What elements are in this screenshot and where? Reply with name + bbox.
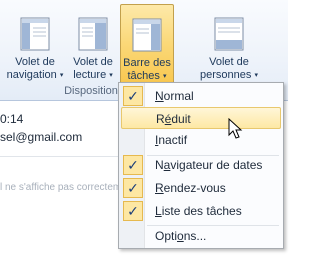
menu-item-normal[interactable]: ✓ Normal xyxy=(121,85,281,107)
mouse-cursor-icon xyxy=(228,118,243,139)
menu-item-date-navigator[interactable]: ✓ Navigateur de dates xyxy=(121,154,281,176)
display-notice: l ne s'affiche pas correctement xyxy=(0,182,136,193)
menu-item-minimized[interactable]: Réduit xyxy=(121,107,281,129)
people-pane-button[interactable]: Volet de personnes ▾ xyxy=(194,4,264,88)
to-do-bar-label-2: tâches xyxy=(127,70,160,82)
navigation-pane-button[interactable]: Volet de navigation ▾ xyxy=(6,4,64,88)
chevron-down-icon: ▾ xyxy=(59,72,64,79)
to-do-bar-button[interactable]: Barre des tâches ▾ xyxy=(120,4,174,88)
reading-pane-icon xyxy=(78,17,108,51)
people-pane-label-1: Volet de xyxy=(209,56,249,68)
chevron-down-icon: ▾ xyxy=(162,73,167,80)
menu-item-task-list[interactable]: ✓ Liste des tâches xyxy=(121,200,281,222)
menu-item-appointments[interactable]: ✓ Rendez-vous xyxy=(121,177,281,199)
to-do-bar-icon xyxy=(132,18,162,52)
reading-pane-label-2: lecture xyxy=(73,69,107,81)
reading-pane-label-1: Volet de xyxy=(73,56,113,68)
checkmark-icon: ✓ xyxy=(123,201,143,221)
menu-item-options[interactable]: Options... xyxy=(121,225,281,247)
navigation-pane-label-2: navigation xyxy=(6,69,57,81)
reading-pane-button[interactable]: Volet de lecture ▾ xyxy=(68,4,118,88)
to-do-bar-menu: ✓ Normal Réduit Inactif ✓ Navigateur de … xyxy=(118,82,284,249)
checkmark-icon: ✓ xyxy=(123,86,143,106)
navigation-pane-label-1: Volet de xyxy=(15,56,55,68)
divider xyxy=(0,156,118,157)
people-pane-label-2: personnes xyxy=(200,69,252,81)
message-email: sel@gmail.com xyxy=(0,130,83,144)
people-pane-icon xyxy=(214,17,244,51)
navigation-pane-icon xyxy=(20,17,50,51)
message-time: 0:14 xyxy=(0,112,24,126)
menu-item-off[interactable]: Inactif xyxy=(121,129,281,151)
chevron-down-icon: ▾ xyxy=(254,72,258,79)
chevron-down-icon: ▾ xyxy=(109,72,113,79)
to-do-bar-label-1: Barre des xyxy=(123,57,171,69)
checkmark-icon: ✓ xyxy=(123,155,143,175)
checkmark-icon: ✓ xyxy=(123,178,143,198)
